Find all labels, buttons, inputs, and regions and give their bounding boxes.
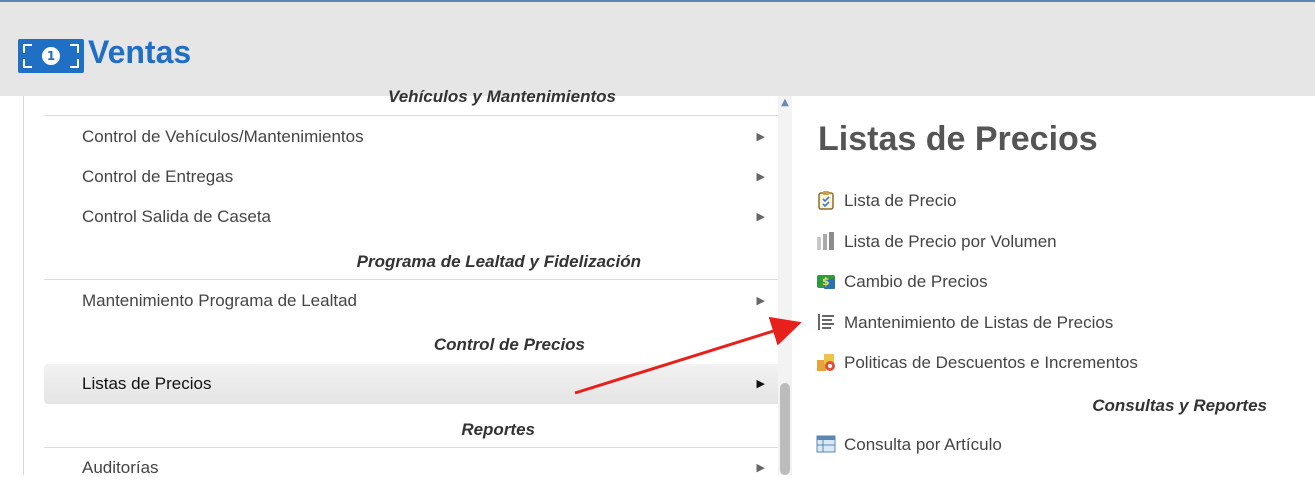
chevron-right-icon: ▶ [756,294,765,307]
app-title: Ventas [88,34,192,70]
bar-volume-icon [816,231,836,251]
link-cambio-precios[interactable]: $ Cambio de Precios [816,269,988,295]
submenu-panel: Listas de Precios Lista de Precio Lista … [796,96,1315,475]
submenu-title: Listas de Precios [818,120,1098,158]
chevron-right-icon: ▶ [756,377,765,390]
table-icon [816,434,836,454]
link-label: Politicas de Descuentos e Incrementos [844,353,1138,372]
link-label: Lista de Precio por Volumen [844,232,1057,251]
menu-item-control-vehiculos[interactable]: Control de Vehículos/Mantenimientos ▶ [44,117,781,157]
menu-item-label: Mantenimiento Programa de Lealtad [82,291,357,310]
menu-item-label: Control Salida de Caseta [82,207,272,226]
menu-item-control-salida-caseta[interactable]: Control Salida de Caseta ▶ [44,197,781,237]
section-vehiculos: Vehículos y Mantenimientos [44,88,781,116]
link-label: Lista de Precio [844,191,957,210]
section-control-precios: Control de Precios [433,335,585,354]
link-lista-precio-volumen[interactable]: Lista de Precio por Volumen [816,229,1057,255]
menu-item-label: Control de Vehículos/Mantenimientos [82,127,364,146]
section-reportes: Reportes [44,414,781,448]
link-label: Cambio de Precios [844,272,988,291]
menu-item-label: Listas de Precios [82,374,212,393]
chevron-right-icon: ▶ [756,130,765,143]
link-consulta-articulo[interactable]: Consulta por Artículo [816,432,1002,458]
link-label: Consulta por Artículo [844,435,1002,454]
chevron-right-icon: ▶ [756,461,765,474]
menu-item-auditorias[interactable]: Auditorías ▶ [44,448,781,488]
menu-item-listas-precios[interactable]: Listas de Precios ▶ [44,364,781,404]
badge-number: 1 [42,47,60,65]
menu-item-label: Auditorías [82,458,159,477]
app-badge-icon: 1 [18,39,84,73]
link-mantenimiento-listas[interactable]: Mantenimiento de Listas de Precios [816,310,1113,336]
link-politicas-descuentos[interactable]: Politicas de Descuentos e Incrementos [816,350,1138,376]
boxes-icon [816,352,836,372]
money-icon: $ [816,271,836,291]
scroll-thumb[interactable] [780,383,790,475]
menu-item-label: Control de Entregas [82,167,234,186]
app-header: 1 Ventas [0,0,1315,96]
clipboard-icon [816,190,836,210]
menu-item-control-entregas[interactable]: Control de Entregas ▶ [44,157,781,197]
menu-item-programa-lealtad[interactable]: Mantenimiento Programa de Lealtad ▶ [44,281,781,321]
link-label: Mantenimiento de Listas de Precios [844,313,1114,332]
scroll-up-icon[interactable]: ▲ [778,96,792,110]
section-consultas-reportes: Consultas y Reportes [1092,396,1267,415]
chevron-right-icon: ▶ [756,170,765,183]
svg-text:$: $ [822,275,830,288]
section-lealtad: Programa de Lealtad y Fidelización [44,246,781,280]
link-lista-de-precio[interactable]: Lista de Precio [816,188,956,214]
chevron-right-icon: ▶ [756,210,765,223]
header-top-border [0,0,1315,2]
left-menu-panel: Vehículos y Mantenimientos Control de Ve… [23,88,781,477]
list-lines-icon [816,312,836,332]
